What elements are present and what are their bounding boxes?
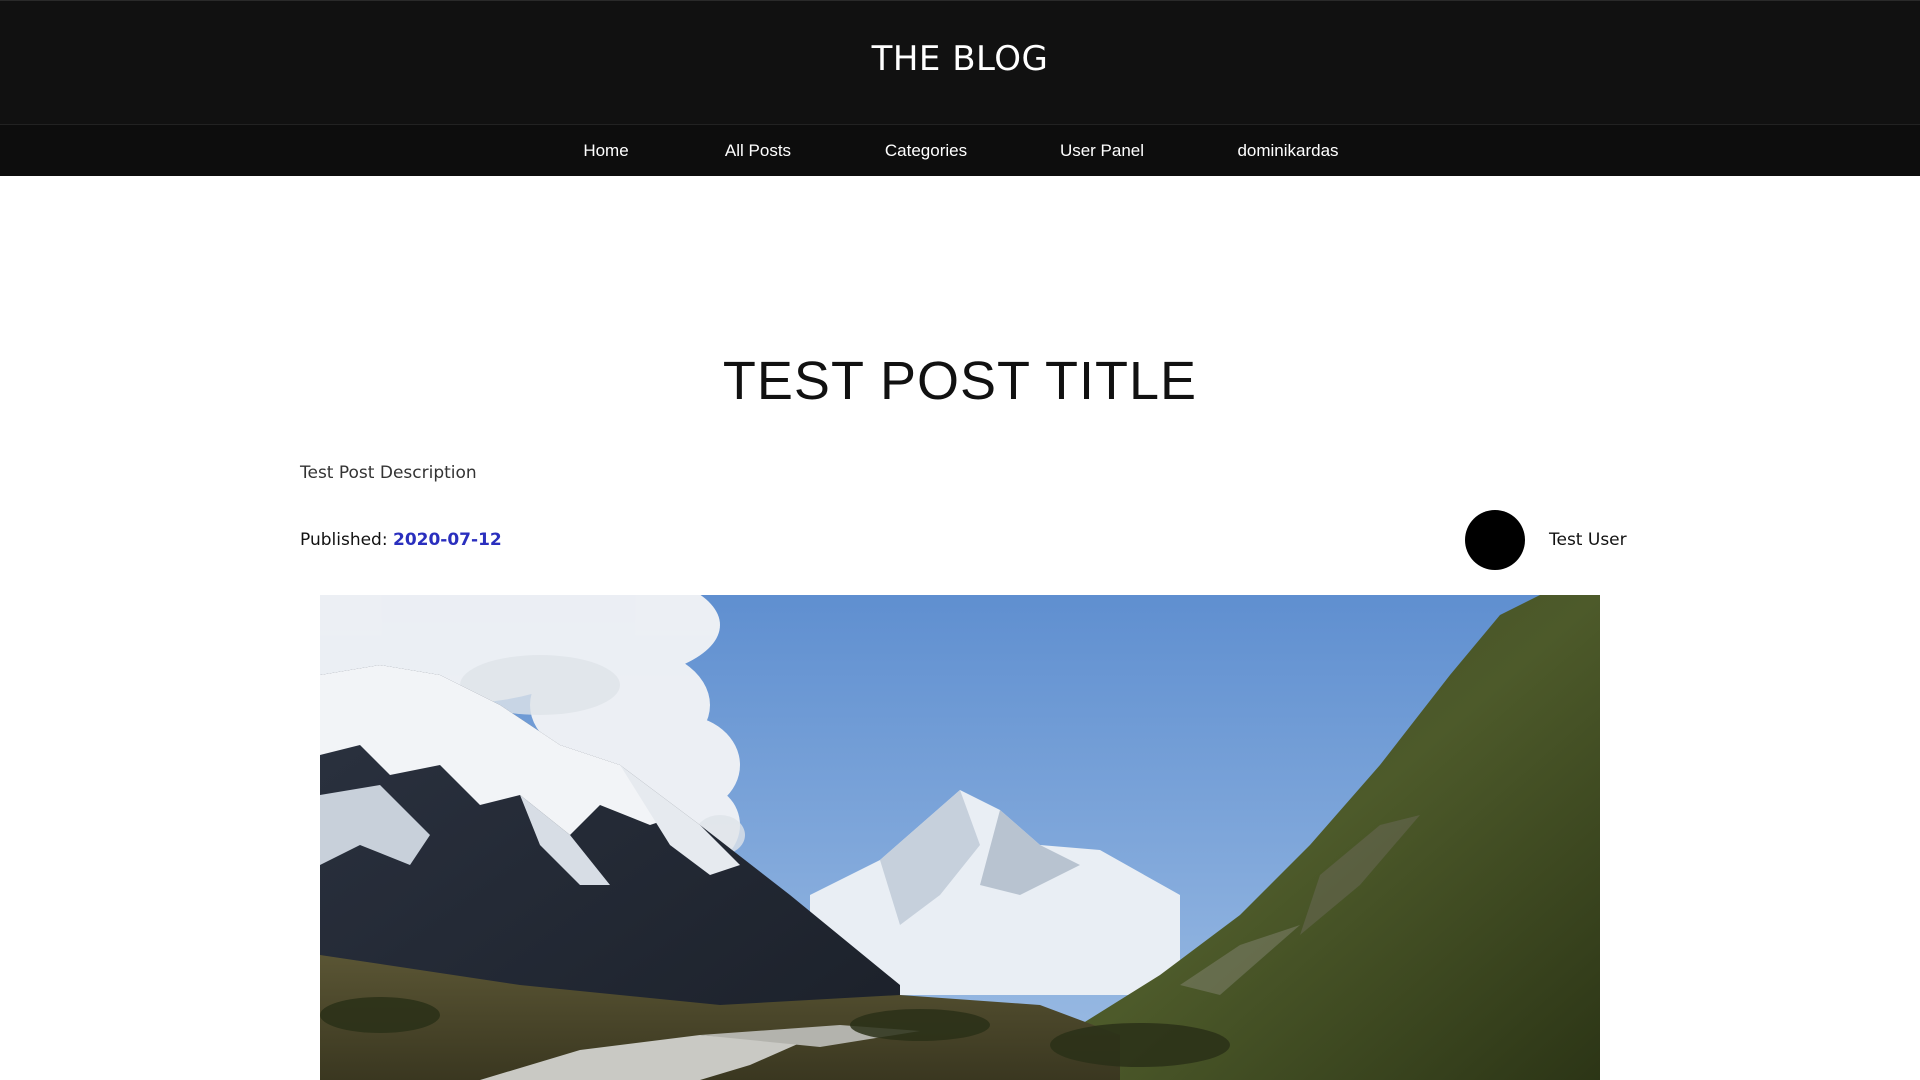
nav-item-username[interactable]: dominikardas <box>1237 141 1338 161</box>
main-nav: Home All Posts Categories User Panel dom… <box>0 124 1920 176</box>
site-brand[interactable]: THE BLOG <box>0 39 1920 79</box>
author-avatar[interactable] <box>1465 510 1525 570</box>
post-title: TEST POST TITLE <box>722 351 1198 411</box>
nav-item-home[interactable]: Home <box>583 141 628 161</box>
nav-item-all-posts[interactable]: All Posts <box>725 141 791 161</box>
published-label: Published: <box>300 530 388 550</box>
site-header: THE BLOG <box>0 0 1920 124</box>
post-hero-image <box>320 595 1600 1080</box>
author-name[interactable]: Test User <box>1549 530 1627 550</box>
published-date-link[interactable]: 2020-07-12 <box>393 530 502 550</box>
mountain-photo-illustration <box>320 595 1600 1080</box>
nav-item-categories[interactable]: Categories <box>885 141 967 161</box>
post-description: Test Post Description <box>300 463 477 483</box>
nav-item-user-panel[interactable]: User Panel <box>1060 141 1144 161</box>
published-info: Published: 2020-07-12 <box>300 530 502 550</box>
